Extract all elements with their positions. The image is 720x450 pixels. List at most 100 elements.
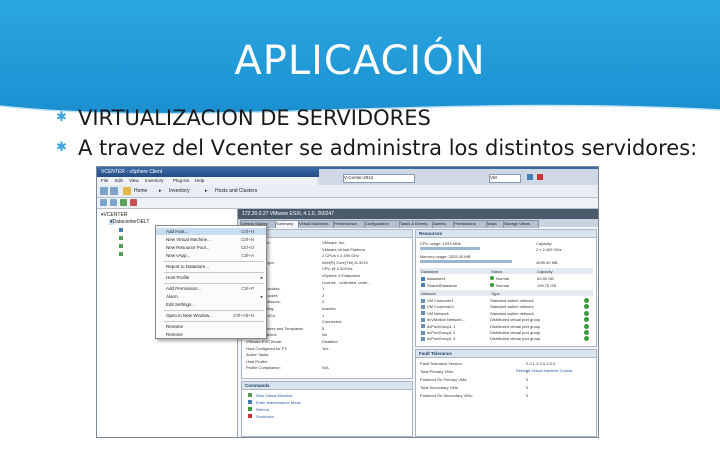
forward-icon[interactable] bbox=[110, 187, 118, 195]
context-menu-item[interactable]: Rename bbox=[156, 323, 266, 330]
general-field-value: 1 bbox=[322, 286, 325, 292]
col-type: Type bbox=[491, 291, 500, 296]
datastore-name[interactable]: SharedDatastore bbox=[427, 283, 457, 288]
host-icon[interactable] bbox=[119, 228, 123, 232]
vm-icon[interactable] bbox=[119, 236, 123, 240]
context-menu-item[interactable]: Edit Settings... bbox=[156, 301, 266, 308]
menu-help[interactable]: Help bbox=[195, 178, 204, 183]
panel-header: Resources bbox=[416, 230, 596, 238]
ft-field-label: Total Secondary VMs: bbox=[420, 385, 459, 390]
general-field-value: 2 bbox=[322, 292, 325, 298]
tab-label: Virtual Machines bbox=[299, 221, 329, 226]
menu-item-label: Add Host... bbox=[166, 229, 189, 234]
context-menu-item[interactable]: Remove bbox=[156, 331, 266, 338]
network-name[interactable]: VM Network bbox=[427, 311, 449, 316]
menu-edit[interactable]: Edit bbox=[115, 178, 123, 183]
menu-item-label: Remove bbox=[166, 332, 183, 337]
tab-alarms[interactable]: Alarms bbox=[432, 220, 454, 228]
tab-label: Performance bbox=[334, 221, 357, 226]
toolbar-icon[interactable] bbox=[130, 199, 137, 206]
vm-console-field[interactable]: V-Center-2012 bbox=[343, 174, 415, 183]
ft-field-label: Powered On Secondary VMs: bbox=[420, 393, 473, 398]
menu-item-label: Report to Datastore... bbox=[166, 264, 210, 269]
toolbar-icon[interactable] bbox=[120, 199, 127, 206]
network-name[interactable]: dvVMotion Network... bbox=[427, 317, 465, 322]
network-name[interactable]: dvPortGroup1 1 bbox=[427, 324, 455, 329]
datastore-icon bbox=[421, 283, 425, 287]
tree-node-vcenter[interactable]: ▾ VCENTER bbox=[101, 212, 127, 218]
nav-inventory[interactable]: Inventory bbox=[169, 188, 190, 194]
vm-action-icon[interactable] bbox=[527, 174, 533, 180]
menu-inventory[interactable]: Inventory bbox=[145, 178, 164, 183]
context-menu-item[interactable]: New Resource Pool... Ctrl+O bbox=[156, 244, 266, 251]
home-icon[interactable] bbox=[123, 187, 131, 195]
ft-field-label: Powered On Primary VMs: bbox=[420, 377, 468, 382]
general-field-value: VMware, Inc. bbox=[322, 240, 346, 245]
context-menu-item[interactable]: Report to Datastore... bbox=[156, 263, 266, 270]
menu-file[interactable]: File bbox=[101, 178, 108, 183]
maintenance-icon bbox=[248, 400, 252, 404]
tab-summary[interactable]: Summary bbox=[275, 220, 299, 228]
action-toolbar bbox=[97, 198, 598, 209]
network-type: Distributed virtual port group bbox=[490, 336, 541, 342]
bullet-list: ✱ VIRTUALIZACION DE SERVIDORES ✱ A travez … bbox=[56, 103, 716, 163]
tab-virtual-machines[interactable]: Virtual Machines bbox=[298, 220, 334, 228]
menu-separator bbox=[164, 310, 264, 311]
context-menu-item[interactable]: New Virtual Machine... Ctrl+N bbox=[156, 236, 266, 243]
network-name[interactable]: VM Customer1 bbox=[427, 298, 454, 303]
context-menu-item[interactable]: Host Profile ▸ bbox=[156, 274, 266, 281]
status-ok-icon bbox=[584, 298, 589, 303]
general-field-value: vSphere 4 Evaluation bbox=[322, 273, 361, 278]
tree-node-datacenter[interactable]: ▾ DatacenterDELT bbox=[109, 219, 149, 225]
context-menu-item[interactable]: Alarm ▸ bbox=[156, 293, 266, 300]
tab-configuration[interactable]: Configuration bbox=[364, 220, 400, 228]
general-field-value: 2 CPUs x 2.499 GHz bbox=[322, 253, 360, 259]
embedded-vm-toolbar: V-Center-2012 VM bbox=[319, 169, 598, 185]
tab-label: Alarms bbox=[433, 221, 446, 226]
vm-select[interactable]: VM bbox=[489, 174, 521, 183]
general-field-label: Host Configured for FT: bbox=[246, 345, 288, 351]
nav-home[interactable]: Home bbox=[134, 188, 147, 194]
vm-icon[interactable] bbox=[119, 252, 123, 256]
tab-maps[interactable]: Maps bbox=[486, 220, 504, 228]
menu-item-shortcut: Ctrl+N bbox=[241, 237, 254, 242]
command-shutdown[interactable]: Shutdown bbox=[256, 414, 274, 419]
network-icon bbox=[421, 336, 425, 341]
context-menu-item[interactable]: Open in New Window... Ctrl+Alt+N bbox=[156, 312, 266, 319]
toolbar-icon[interactable] bbox=[110, 199, 117, 206]
network-name[interactable]: dvPortGroup1 3 bbox=[427, 336, 455, 341]
tab-performance[interactable]: Performance bbox=[333, 220, 365, 228]
menu-plugins[interactable]: Plug-ins bbox=[173, 178, 189, 183]
status-ok-icon bbox=[490, 276, 494, 280]
refresh-vm-counts-link[interactable]: Refresh Virtual Machine Counts bbox=[516, 368, 572, 373]
toolbar-icon[interactable] bbox=[100, 199, 107, 206]
network-type: Standard switch network bbox=[490, 298, 534, 303]
cpu-usage-bar bbox=[420, 247, 480, 250]
nav-hosts-clusters[interactable]: Hosts and Clusters bbox=[215, 188, 257, 194]
datastore-name[interactable]: datastore1 bbox=[427, 276, 446, 281]
vm-icon[interactable] bbox=[119, 244, 123, 248]
back-icon[interactable] bbox=[100, 187, 108, 195]
context-menu-item[interactable]: Add Permission... Ctrl+P bbox=[156, 285, 266, 292]
command-new-vm[interactable]: New Virtual Machine bbox=[256, 393, 293, 398]
menu-item-shortcut: Ctrl+Alt+N bbox=[233, 313, 254, 318]
context-menu-item[interactable]: Add Host... Ctrl+H bbox=[156, 228, 266, 235]
general-field-value: Intel(R) Core(TM) i5-3210 bbox=[322, 259, 368, 265]
general-field-value: Inactive bbox=[322, 306, 336, 311]
tab-permissions[interactable]: Permissions bbox=[453, 220, 487, 228]
context-menu-item[interactable]: New vApp... Ctrl+A bbox=[156, 252, 266, 259]
host-header-text: 172.20.0.27 VMware ESXi, 4.1.0, 260247 bbox=[242, 211, 335, 217]
datastore-status: Normal bbox=[496, 276, 509, 281]
network-name[interactable]: dvPortGroup1 2 bbox=[427, 330, 455, 335]
general-field-value: Connected bbox=[322, 319, 342, 325]
reboot-icon bbox=[248, 407, 252, 411]
command-maintenance-mode[interactable]: Enter Maintenance Mode bbox=[256, 400, 301, 405]
tab-storage-views[interactable]: Storage Views bbox=[503, 220, 539, 228]
network-name[interactable]: VM Customer2 bbox=[427, 304, 454, 309]
command-reboot[interactable]: Reboot bbox=[256, 407, 269, 412]
general-field-value: Disabled bbox=[322, 339, 338, 344]
vm-stop-icon[interactable] bbox=[537, 174, 543, 180]
tree-label: VCENTER bbox=[103, 212, 128, 218]
menu-view[interactable]: View bbox=[129, 178, 139, 183]
tab-tasks-events[interactable]: Tasks & Events bbox=[399, 220, 433, 228]
